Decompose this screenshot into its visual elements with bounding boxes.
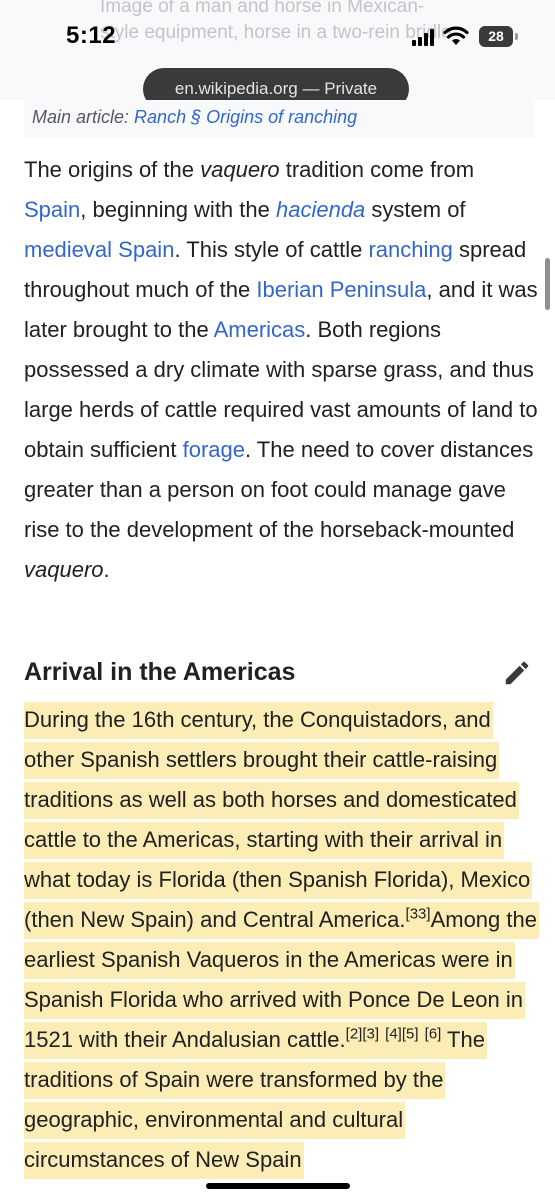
link-ranching[interactable]: ranching <box>368 237 452 262</box>
citation-33[interactable]: [33] <box>406 906 431 923</box>
hatnote-link[interactable]: Ranch § Origins of ranching <box>134 107 357 127</box>
link-spain[interactable]: Spain <box>24 197 80 222</box>
text-run-italic: vaquero <box>24 557 104 582</box>
scrollbar[interactable] <box>545 258 550 310</box>
link-hacienda[interactable]: hacienda <box>276 197 365 222</box>
citation-6[interactable]: [6] <box>425 1026 442 1043</box>
text-run-italic: vaquero <box>200 157 280 182</box>
battery-icon: 28 <box>479 26 513 47</box>
battery-cap <box>515 33 518 40</box>
highlighted-text: During the 16th century, the Conquistado… <box>24 702 539 1179</box>
citation-4[interactable]: [4] <box>385 1026 402 1043</box>
signal-icon <box>412 28 434 46</box>
arrival-paragraph: During the 16th century, the Conquistado… <box>24 700 539 1180</box>
text-run: The origins of the <box>24 157 201 182</box>
origins-paragraph: The origins of the vaquero tradition com… <box>24 150 539 590</box>
hatnote: Main article: Ranch § Origins of ranchin… <box>24 100 534 138</box>
text-run: . <box>103 557 110 582</box>
link-medieval-spain[interactable]: medieval Spain <box>24 237 174 262</box>
home-indicator[interactable] <box>206 1183 350 1189</box>
citation-3[interactable]: [3] <box>362 1026 379 1043</box>
link-forage[interactable]: forage <box>183 437 245 462</box>
citation-5[interactable]: [5] <box>402 1026 419 1043</box>
status-time: 5:12 <box>66 22 117 49</box>
section-heading: Arrival in the Americas <box>24 658 296 686</box>
status-bar: 5:12 28 <box>0 0 555 70</box>
text-run: tradition come from <box>279 157 475 182</box>
wifi-icon <box>443 26 469 45</box>
citation-2[interactable]: [2] <box>346 1026 363 1043</box>
link-iberian-peninsula[interactable]: Iberian Peninsula <box>256 277 426 302</box>
text-run: system of <box>365 197 466 222</box>
hatnote-prefix: Main article: <box>32 107 135 127</box>
link-americas[interactable]: Americas <box>214 317 306 342</box>
edit-pencil-icon[interactable] <box>502 658 532 688</box>
text-run: During the 16th century, the Conquistado… <box>24 707 531 932</box>
text-run: . This style of cattle <box>174 237 369 262</box>
text-run: , beginning with the <box>80 197 276 222</box>
